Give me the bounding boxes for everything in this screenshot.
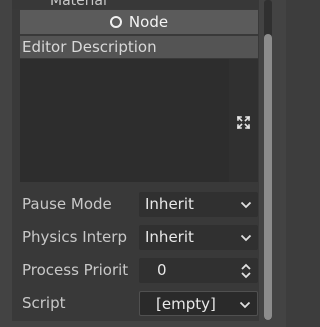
spin-arrows-icon[interactable] [240,263,252,279]
material-section-header[interactable]: Material [12,0,259,9]
script-resource-picker[interactable]: [empty] [139,291,258,316]
property-script: Script [empty] [20,288,258,318]
dropdown-value: Inherit [145,228,194,246]
property-label: Physics Interp [22,228,127,246]
node-category-header: Node [20,10,258,34]
expand-icon[interactable] [237,116,250,129]
chevron-down-icon [240,201,252,209]
property-process-priority: Process Priorit 0 [20,255,258,285]
dropdown-value: Inherit [145,195,194,213]
pause-mode-dropdown[interactable]: Inherit [139,192,258,217]
circle-icon [109,16,122,28]
physics-interp-dropdown[interactable]: Inherit [139,225,258,250]
editor-description-textarea[interactable] [20,59,229,182]
spinbox-value: 0 [157,261,167,279]
chevron-down-icon[interactable] [239,300,251,310]
property-physics-interp: Physics Interp Inherit [20,222,258,252]
chevron-down-icon [240,234,252,242]
process-priority-spinbox[interactable]: 0 [139,258,258,283]
inspector-panel: Material Node Editor Description Pause M… [0,0,286,327]
resource-value: [empty] [156,295,216,313]
material-section-label: Material [50,0,107,9]
property-pause-mode: Pause Mode Inherit [20,189,258,219]
property-label: Process Priorit [22,261,129,279]
property-label: Pause Mode [22,195,112,213]
scrollbar-thumb[interactable] [264,34,272,320]
property-label: Script [22,294,66,312]
editor-description-label: Editor Description [20,36,258,58]
category-label: Node [128,12,169,31]
